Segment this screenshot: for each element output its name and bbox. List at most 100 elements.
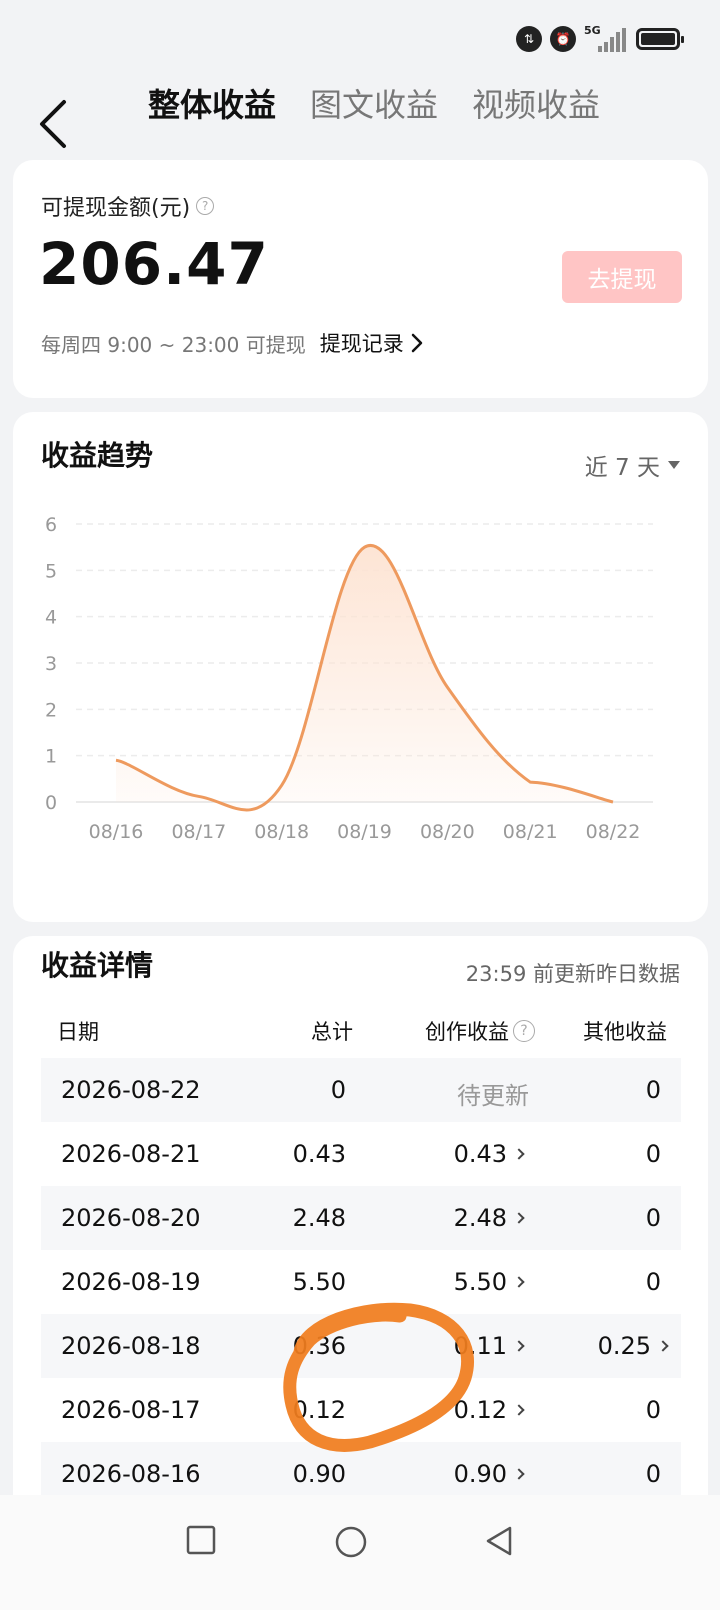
x-tick-label: 08/21: [503, 821, 558, 843]
cell-date: 2026-08-21: [61, 1140, 201, 1168]
battery-icon: [636, 28, 684, 50]
table-body: 2026-08-22 0 待更新 0 2026-08-21 0.43 0.43 …: [41, 1058, 681, 1506]
cell-other: 0.25: [597, 1332, 651, 1360]
cell-date: 2026-08-19: [61, 1268, 201, 1296]
home-icon[interactable]: [334, 1525, 368, 1559]
cell-creation-link[interactable]: 0.11: [453, 1332, 525, 1360]
cell-creation-link[interactable]: 0.43: [453, 1140, 525, 1168]
cell-creation: 0.12: [453, 1396, 507, 1424]
back-arrow-icon[interactable]: [36, 96, 76, 152]
table-row[interactable]: 2026-08-21 0.43 0.43 0: [41, 1122, 681, 1186]
x-tick-label: 08/22: [586, 821, 641, 843]
update-note: 23:59 前更新昨日数据: [465, 962, 680, 986]
cell-other: 0: [645, 1460, 661, 1488]
withdraw-record-link[interactable]: 提现记录: [320, 328, 424, 358]
status-bar: ⇅ ⏰ 5G: [0, 0, 720, 80]
withdraw-button[interactable]: 去提现: [562, 251, 682, 303]
table-header: 日期 总计 创作收益 ? 其他收益: [41, 1016, 681, 1056]
cell-total: 0.36: [292, 1332, 346, 1360]
y-tick-label: 1: [45, 746, 57, 768]
withdraw-record-label: 提现记录: [319, 332, 404, 356]
balance-amount: 206.47: [39, 230, 269, 298]
cell-creation: 0.90: [453, 1460, 507, 1488]
system-nav-bar: [0, 1495, 720, 1610]
cell-creation-link[interactable]: 5.50: [453, 1268, 525, 1296]
x-tick-label: 08/18: [254, 821, 309, 843]
col-date: 日期: [57, 1020, 99, 1044]
cell-other: 0: [645, 1204, 661, 1232]
table-row[interactable]: 2026-08-19 5.50 5.50 0: [41, 1250, 681, 1314]
col-creation: 创作收益 ?: [425, 1016, 535, 1046]
income-trend-chart: 0 1 2 3 4 5 6 08/16 08/17 08/18 08/19 08/20 08/21 08/…: [45, 514, 653, 843]
y-tick-label: 0: [45, 792, 57, 814]
chevron-right-icon: [513, 1148, 525, 1160]
tab-overall-income[interactable]: 整体收益: [148, 80, 276, 130]
data-speed-icon: ⇅: [516, 26, 542, 52]
y-tick-label: 4: [45, 607, 57, 629]
back-nav-icon[interactable]: [484, 1525, 514, 1557]
detail-card: 收益详情 23:59 前更新昨日数据 日期 总计 创作收益 ? 其他收益 202…: [13, 936, 708, 1536]
signal-icon: 5G: [584, 24, 628, 52]
cell-creation: 2.48: [453, 1204, 507, 1232]
cell-creation: 0.11: [453, 1332, 507, 1360]
chevron-right-icon: [513, 1468, 525, 1480]
status-icons: ⇅ ⏰ 5G: [516, 24, 684, 52]
cell-creation-link[interactable]: 2.48: [453, 1204, 525, 1232]
chevron-right-icon: [513, 1404, 525, 1416]
withdraw-schedule-note: 每周四 9:00 ~ 23:00 可提现: [41, 332, 306, 357]
cell-other: 0: [645, 1140, 661, 1168]
cell-other: 0: [645, 1396, 661, 1424]
cell-creation: 0.43: [453, 1140, 507, 1168]
col-other: 其他收益: [583, 1020, 667, 1044]
cell-total: 0.90: [292, 1460, 346, 1488]
cell-date: 2026-08-16: [61, 1460, 201, 1488]
area-fill: [116, 545, 613, 810]
chevron-right-icon: [513, 1212, 525, 1224]
table-row[interactable]: 2026-08-20 2.48 2.48 0: [41, 1186, 681, 1250]
cell-date: 2026-08-20: [61, 1204, 201, 1232]
chevron-right-icon: [657, 1340, 669, 1352]
y-tick-label: 3: [45, 653, 57, 675]
balance-label: 可提现金额(元): [41, 196, 191, 221]
cell-total: 0.12: [292, 1396, 346, 1424]
trend-card: 收益趋势 近 7 天 0 1 2 3 4 5 6 08/16 08/17 08/18 08/19 08…: [13, 412, 708, 922]
recent-apps-icon[interactable]: [186, 1525, 216, 1555]
detail-title: 收益详情: [41, 949, 154, 982]
help-icon[interactable]: ?: [196, 197, 215, 215]
cell-other: 0: [645, 1268, 661, 1296]
tab-video-income[interactable]: 视频收益: [472, 80, 600, 130]
balance-label-row: 可提现金额(元) ?: [41, 190, 215, 222]
chevron-right-icon: [411, 333, 422, 353]
tab-bar: 整体收益 图文收益 视频收益: [148, 80, 600, 130]
header: 整体收益 图文收益 视频收益: [0, 80, 720, 150]
chevron-right-icon: [513, 1340, 525, 1352]
cell-total: 0.43: [292, 1140, 346, 1168]
table-row[interactable]: 2026-08-17 0.12 0.12 0: [41, 1378, 681, 1442]
cell-creation-link[interactable]: 0.90: [453, 1460, 525, 1488]
cell-total: 5.50: [292, 1268, 346, 1296]
help-icon[interactable]: ?: [513, 1020, 535, 1042]
network-type-label: 5G: [584, 24, 601, 37]
y-tick-label: 5: [45, 560, 57, 582]
table-row[interactable]: 2026-08-18 0.36 0.11 0.25: [41, 1314, 681, 1378]
y-tick-label: 2: [45, 699, 57, 721]
cell-other: 0: [645, 1076, 661, 1104]
col-total: 总计: [311, 1020, 353, 1044]
chevron-right-icon: [513, 1276, 525, 1288]
cell-date: 2026-08-18: [61, 1332, 201, 1360]
cell-creation: 待更新: [457, 1082, 529, 1110]
cell-total: 0: [330, 1076, 346, 1104]
x-tick-label: 08/16: [89, 821, 144, 843]
alarm-icon: ⏰: [550, 26, 576, 52]
tab-article-income[interactable]: 图文收益: [310, 80, 438, 130]
cell-total: 2.48: [292, 1204, 346, 1232]
x-tick-label: 08/20: [420, 821, 475, 843]
cell-creation-link[interactable]: 0.12: [453, 1396, 525, 1424]
y-tick-label: 6: [45, 514, 57, 536]
cell-other-link[interactable]: 0.25: [597, 1332, 669, 1360]
col-creation-label: 创作收益: [425, 1020, 509, 1044]
cell-creation: 5.50: [453, 1268, 507, 1296]
balance-card: 可提现金额(元) ? 206.47 去提现 每周四 9:00 ~ 23:00 可…: [13, 160, 708, 398]
x-tick-label: 08/19: [337, 821, 392, 843]
cell-date: 2026-08-22: [61, 1076, 201, 1104]
